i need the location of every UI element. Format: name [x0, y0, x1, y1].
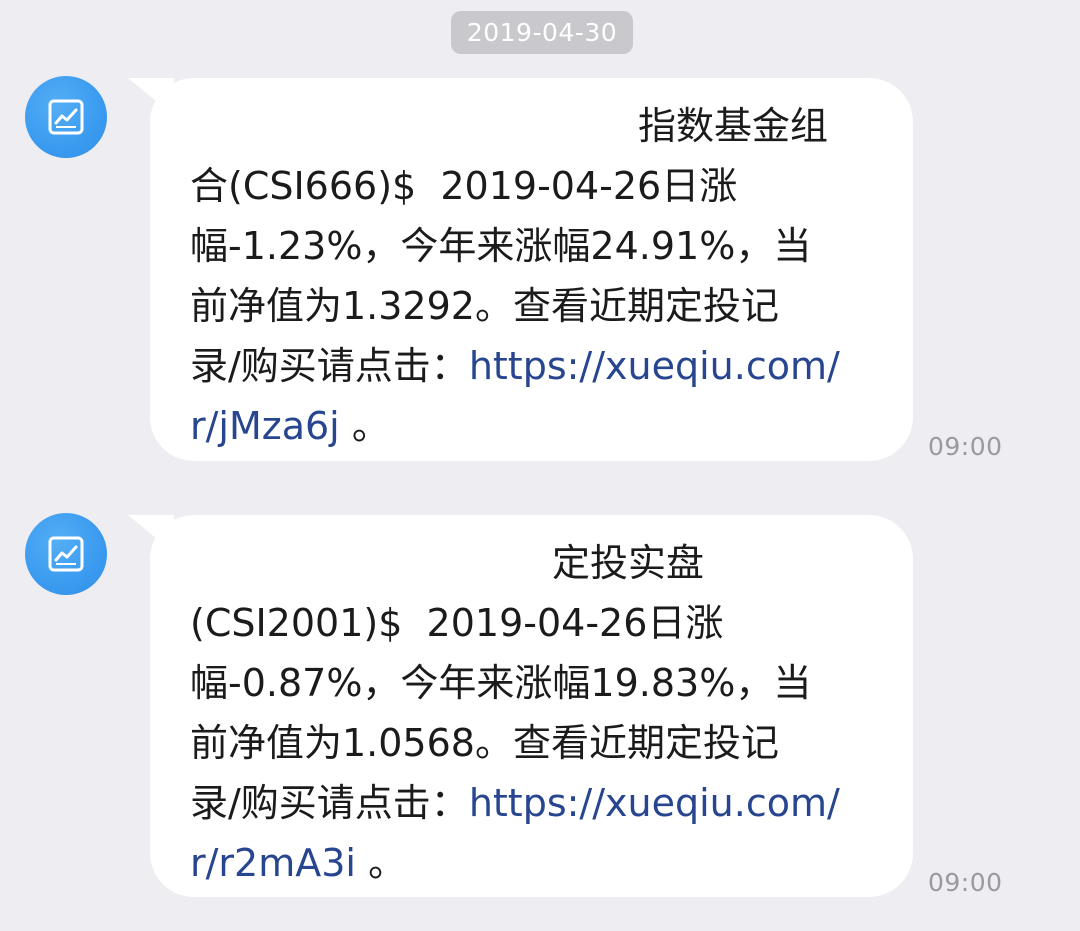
message-timestamp: 09:00	[928, 432, 1003, 461]
message-bubble[interactable]: 指数基金组 合(CSI666)$ 2019-04-26日涨 幅-1.23%，今年…	[128, 78, 913, 461]
message-text: 指数基金组 合(CSI666)$ 2019-04-26日涨 幅-1.23%，今年…	[190, 96, 890, 456]
message-line: 指数基金组	[638, 104, 829, 148]
message-line: 前净值为1.3292。查看近期定投记	[190, 284, 779, 328]
message-text: 定投实盘 (CSI2001)$ 2019-04-26日涨 幅-0.87%，今年来…	[190, 533, 890, 893]
message-link-continued[interactable]: r/r2mA3i	[190, 841, 356, 885]
sender-avatar[interactable]	[25, 76, 107, 158]
message-line: 。	[355, 841, 407, 885]
bubble-tail	[128, 78, 174, 116]
message-line: 前净值为1.0568。查看近期定投记	[190, 721, 779, 765]
message-timestamp: 09:00	[928, 868, 1003, 897]
message-bubble[interactable]: 定投实盘 (CSI2001)$ 2019-04-26日涨 幅-0.87%，今年来…	[128, 515, 913, 897]
sender-avatar[interactable]	[25, 513, 107, 595]
message-line: (CSI2001)$ 2019-04-26日涨	[190, 601, 724, 645]
message-line: 。	[339, 404, 390, 448]
message-line: 幅-1.23%，今年来涨幅24.91%，当	[190, 224, 812, 268]
line-chart-icon	[48, 99, 84, 135]
message-line: 录/购买请点击：	[190, 344, 469, 388]
message-link[interactable]: https://xueqiu.com/	[469, 344, 840, 388]
message-line: 合(CSI666)$ 2019-04-26日涨	[190, 164, 738, 208]
message-line: 录/购买请点击：	[190, 781, 469, 825]
bubble-tail	[128, 515, 174, 553]
line-chart-icon	[48, 536, 84, 572]
message-link[interactable]: https://xueqiu.com/	[469, 781, 840, 825]
date-separator: 2019-04-30	[451, 11, 633, 54]
message-line: 定投实盘	[552, 541, 705, 585]
message-line: 幅-0.87%，今年来涨幅19.83%，当	[190, 661, 812, 705]
message-link-continued[interactable]: r/jMza6j	[190, 404, 340, 448]
